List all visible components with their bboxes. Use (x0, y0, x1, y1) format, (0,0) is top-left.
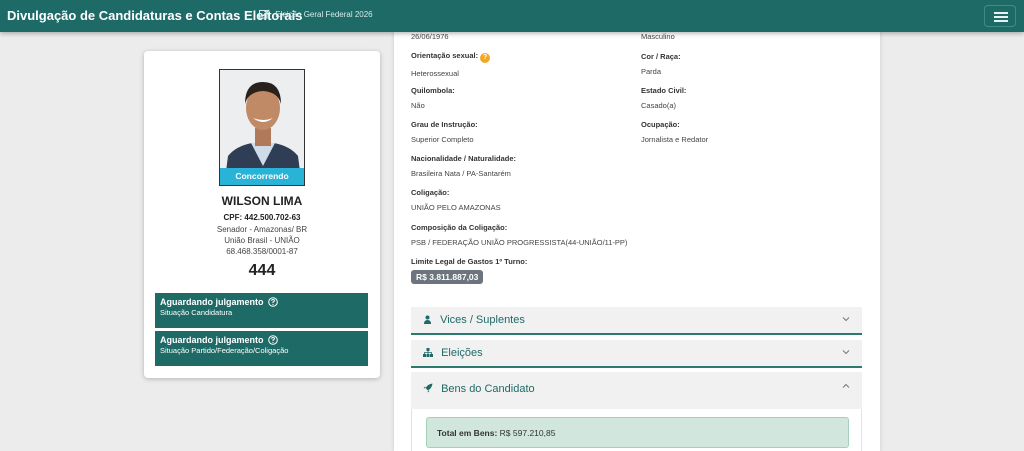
accordion-bens-candidato[interactable]: Bens do Candidato (411, 372, 862, 409)
limite-value-badge: R$ 3.811.887,03 (411, 270, 484, 284)
accordion-bens-label: Bens do Candidato (441, 383, 535, 395)
birth-date-value: 26/06/1976 (411, 32, 449, 41)
hamburger-icon-bar (994, 20, 1008, 22)
accordion-eleicoes-label: Eleições (441, 347, 483, 359)
orientacao-value: Heterossexual (411, 69, 459, 78)
question-badge-icon[interactable]: ? (480, 53, 491, 63)
accordion-vices-label: Vices / Suplentes (440, 314, 525, 326)
question-circle-icon[interactable] (268, 297, 278, 307)
menu-toggle-button[interactable] (984, 5, 1016, 27)
accordion-bens-body: Total em Bens: R$ 597.210,85 (411, 409, 862, 451)
candidate-cpf: CPF: 442.500.702-63 (223, 213, 301, 222)
accordion-vices-suplentes[interactable]: Vices / Suplentes (411, 307, 862, 335)
chevron-down-icon (842, 350, 850, 355)
field-gender: Masculino (641, 32, 675, 41)
user-icon (424, 315, 431, 324)
chevron-down-icon (842, 317, 850, 322)
estado-civil-label: Estado Civil: (641, 86, 687, 95)
edit-icon (259, 9, 270, 19)
field-grau-instrucao: Grau de Instrução: Superior Completo (411, 120, 478, 144)
cor-value: Parda (641, 67, 662, 76)
grau-value: Superior Completo (411, 135, 474, 144)
field-limite-gastos: Limite Legal de Gastos 1º Turno: R$ 3.81… (411, 257, 527, 284)
composicao-value: PSB / FEDERAÇÃO UNIÃO PROGRESSISTA(44-UN… (411, 238, 628, 247)
total-bens-label: Total em Bens: (437, 428, 498, 438)
hamburger-icon-bar (994, 16, 1008, 18)
status-ribbon: Concorrendo (220, 168, 304, 185)
top-navbar: Divulgação de Candidaturas e Contas Elei… (0, 0, 1024, 32)
candidate-number: 444 (248, 262, 276, 279)
candidate-name: WILSON LIMA (221, 194, 303, 208)
field-ocupacao: Ocupação: Jornalista e Redator (641, 120, 708, 144)
field-nacionalidade: Nacionalidade / Naturalidade: Brasileira… (411, 154, 516, 178)
gender-value: Masculino (641, 32, 675, 41)
field-composicao: Composição da Coligação: PSB / FEDERAÇÃO… (411, 223, 627, 247)
coligacao-value: UNIÃO PELO AMAZONAS (411, 203, 501, 212)
field-cor: Cor / Raça: Parda (641, 52, 681, 76)
cor-label: Cor / Raça: (641, 52, 681, 61)
grau-label: Grau de Instrução: (411, 120, 478, 129)
total-bens-alert: Total em Bens: R$ 597.210,85 (426, 417, 849, 448)
total-bens-value: R$ 597.210,85 (499, 428, 556, 438)
ocupacao-value: Jornalista e Redator (641, 135, 709, 144)
hamburger-icon-bar (994, 12, 1008, 14)
candidate-cnpj: 68.468.358/0001-87 (226, 247, 298, 256)
chevron-up-icon (842, 383, 850, 388)
quilombola-value: Não (411, 101, 425, 110)
estado-civil-value: Casado(a) (641, 101, 677, 110)
field-birth-date: 26/06/1976 (411, 32, 449, 41)
ocupacao-label: Ocupação: (641, 120, 680, 129)
field-quilombola: Quilombola: Não (411, 86, 455, 110)
candidate-card: Concorrendo WILSON LIMA CPF: 442.500.702… (144, 51, 380, 378)
question-circle-icon[interactable] (268, 335, 278, 345)
nacionalidade-label: Nacionalidade / Naturalidade: (411, 154, 517, 163)
composicao-label: Composição da Coligação: (411, 223, 508, 232)
candidate-details-panel: 26/06/1976 Masculino Orientação sexual:?… (394, 0, 880, 451)
field-coligacao: Coligação: UNIÃO PELO AMAZONAS (411, 188, 501, 212)
sitemap-icon (423, 348, 433, 357)
status-partido-subtitle: Situação Partido/Federação/Coligação (160, 346, 289, 355)
status-candidatura-title: Aguardando julgamento (160, 297, 264, 307)
rocket-icon (423, 383, 433, 393)
field-estado-civil: Estado Civil: Casado(a) (641, 86, 686, 110)
status-candidatura-subtitle: Situação Candidatura (160, 308, 233, 317)
election-label: Eleição Geral Federal 2026 (275, 10, 373, 19)
quilombola-label: Quilombola: (411, 86, 455, 95)
candidate-party: União Brasil - UNIÃO (224, 236, 300, 245)
field-orientacao: Orientação sexual:? Heterossexual (411, 51, 491, 78)
status-partido-title: Aguardando julgamento (160, 335, 264, 345)
limite-label: Limite Legal de Gastos 1º Turno: (411, 257, 528, 266)
coligacao-label: Coligação: (411, 188, 450, 197)
election-selector[interactable]: Eleição Geral Federal 2026 (259, 9, 373, 19)
status-partido: Aguardando julgamento Situação Partido/F… (155, 331, 368, 366)
nacionalidade-value: Brasileira Nata / PA-Santarém (411, 169, 511, 178)
candidate-cargo: Senador - Amazonas/ BR (216, 225, 308, 234)
orientacao-label: Orientação sexual: (411, 51, 479, 60)
candidate-photo: Concorrendo (219, 69, 305, 186)
accordion-eleicoes[interactable]: Eleições (411, 340, 862, 368)
status-candidatura: Aguardando julgamento Situação Candidatu… (155, 293, 368, 328)
